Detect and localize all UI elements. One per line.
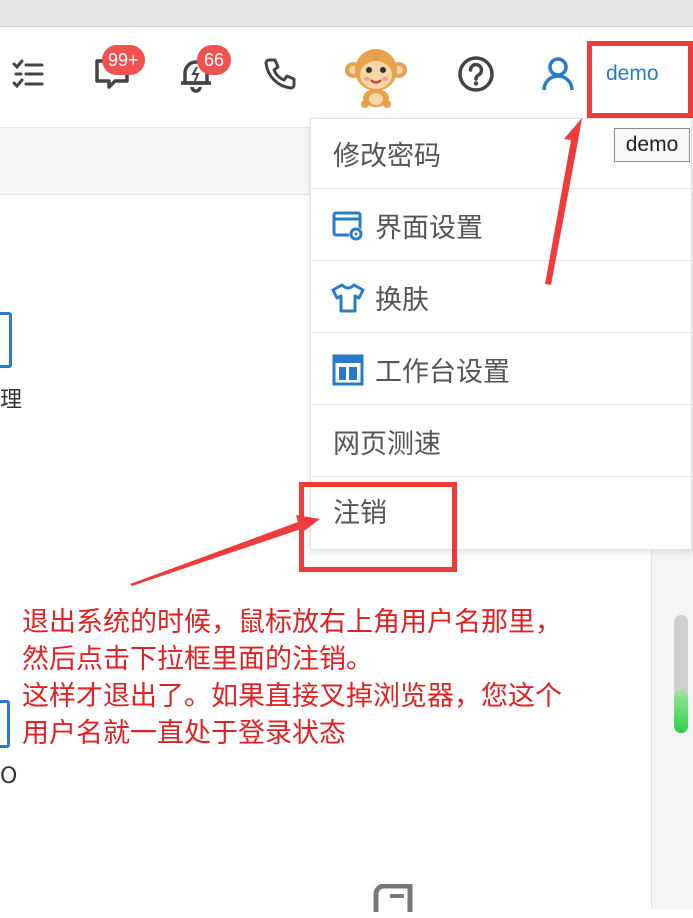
annotation-line: 然后点击下拉框里面的注销。 <box>22 644 373 675</box>
annotation-line: 用户名就一直处于登录状态 <box>22 718 346 749</box>
annotation-line: 这样才退出了。如果直接叉掉浏览器，您这个 <box>22 681 562 712</box>
annotation-note: 退出系统的时候，鼠标放右上角用户名那里， 然后点击下拉框里面的注销。 这样才退出… <box>22 604 672 752</box>
annotation-arrows <box>130 118 582 586</box>
annotation-line: 退出系统的时候，鼠标放右上角用户名那里， <box>22 607 562 638</box>
